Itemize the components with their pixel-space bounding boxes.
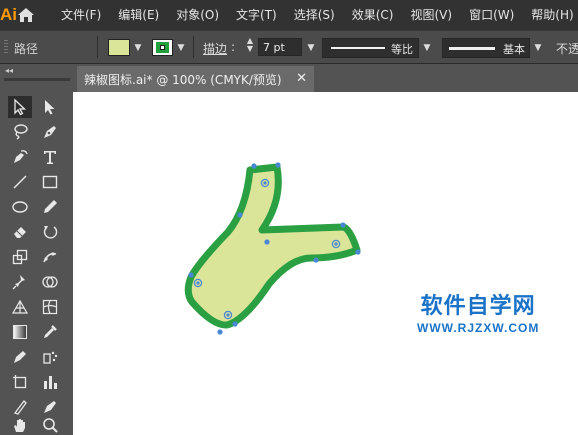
stroke-weight-dropdown-icon[interactable]: ▼ <box>305 40 317 56</box>
control-bar: 路径 ▼ ▼ 描边 : ▲▼ ▼ 等比 ▼ 基本 ▼ 不透 <box>0 30 578 64</box>
menu-help[interactable]: 帮助(H) <box>525 0 578 30</box>
artboard-canvas[interactable]: 软件自学网 WWW.RJZXW.COM <box>73 92 578 435</box>
variable-width-profile-value: 等比 <box>391 43 413 56</box>
curvature-tool-icon[interactable] <box>8 146 32 168</box>
menu-edit[interactable]: 编辑(E) <box>112 0 165 30</box>
watermark: 软件自学网 WWW.RJZXW.COM <box>417 288 539 335</box>
pepper-stem-artwork[interactable] <box>73 92 578 435</box>
divider <box>193 36 194 58</box>
mesh-tool-icon[interactable] <box>38 296 62 318</box>
fill-dropdown-icon[interactable]: ▼ <box>132 40 144 56</box>
gradient-tool-icon[interactable] <box>8 321 32 343</box>
menu-window[interactable]: 窗口(W) <box>463 0 520 30</box>
menu-view[interactable]: 视图(V) <box>404 0 458 30</box>
stroke-panel-link[interactable]: 描边 <box>203 40 227 57</box>
watermark-url: WWW.RJZXW.COM <box>417 321 540 335</box>
pin-tool-icon[interactable] <box>8 271 32 293</box>
selection-type-label: 路径 <box>14 42 39 56</box>
pen-variant-tool-icon[interactable] <box>38 396 62 418</box>
line-segment-tool-icon[interactable] <box>8 171 32 193</box>
shape-builder-tool-icon[interactable] <box>38 271 62 293</box>
home-icon[interactable] <box>17 0 35 30</box>
slice-tool-icon[interactable] <box>8 396 32 418</box>
menu-object[interactable]: 对象(O) <box>170 0 225 30</box>
brush-dropdown-icon[interactable]: ▼ <box>532 40 544 56</box>
fill-color-swatch[interactable] <box>108 39 130 56</box>
document-tab-title: 辣椒图标.ai* @ 100% (CMYK/预览) <box>84 72 282 87</box>
variable-width-profile-select[interactable]: 等比 <box>322 38 419 58</box>
profile-dropdown-icon[interactable]: ▼ <box>421 40 433 56</box>
scale-tool-icon[interactable] <box>8 246 32 268</box>
hand-tool-icon[interactable] <box>8 416 32 434</box>
ellipse-tool-icon[interactable] <box>8 196 32 218</box>
perspective-grid-tool-icon[interactable] <box>8 296 32 318</box>
puppet-warp-tool-icon[interactable] <box>38 246 62 268</box>
menu-select[interactable]: 选择(S) <box>288 0 341 30</box>
menu-bar: Ai 文件(F) 编辑(E) 对象(O) 文字(T) 选择(S) 效果(C) 视… <box>0 0 578 30</box>
pen-tool-icon[interactable] <box>38 121 62 143</box>
menu-effect[interactable]: 效果(C) <box>346 0 400 30</box>
menu-file[interactable]: 文件(F) <box>55 0 107 30</box>
symbol-sprayer-tool-icon[interactable] <box>38 346 62 368</box>
direct-selection-tool-icon[interactable] <box>38 96 62 118</box>
pepper-stem-shape[interactable] <box>184 163 361 329</box>
main-menu: 文件(F) 编辑(E) 对象(O) 文字(T) 选择(S) 效果(C) 视图(V… <box>55 0 578 30</box>
lasso-tool-icon[interactable] <box>8 121 32 143</box>
tools-panel-header[interactable] <box>4 78 70 81</box>
rectangle-tool-icon[interactable] <box>38 171 62 193</box>
collapse-panel-icon[interactable]: ◂◂ <box>5 66 13 75</box>
tools-panel: ◂◂ <box>0 64 73 435</box>
stroke-dropdown-icon[interactable]: ▼ <box>175 40 187 56</box>
document-tab-bar: 辣椒图标.ai* @ 100% (CMYK/预览) ✕ <box>73 64 578 92</box>
zoom-tool-icon[interactable] <box>38 416 62 434</box>
colon: : <box>231 40 236 54</box>
column-graph-tool-icon[interactable] <box>38 371 62 393</box>
eraser-tool-icon[interactable] <box>8 221 32 243</box>
eyedropper-tool-icon[interactable] <box>38 321 62 343</box>
menu-type[interactable]: 文字(T) <box>230 0 283 30</box>
close-tab-icon[interactable]: ✕ <box>296 71 307 86</box>
stroke-weight-stepper[interactable]: ▲ ▼ <box>243 37 257 57</box>
divider <box>97 36 98 58</box>
app-logo: Ai <box>0 5 17 24</box>
brush-definition-value: 基本 <box>503 43 525 56</box>
selection-tool-icon[interactable] <box>8 96 32 118</box>
stroke-weight-input[interactable] <box>258 38 302 56</box>
pencil-tool-icon[interactable] <box>38 196 62 218</box>
stroke-color-swatch[interactable] <box>152 39 173 56</box>
blend-tool-icon[interactable] <box>8 346 32 368</box>
watermark-title: 软件自学网 <box>420 294 536 319</box>
opacity-label[interactable]: 不透 <box>556 40 578 57</box>
brush-definition-select[interactable]: 基本 <box>442 38 530 58</box>
control-bar-grip[interactable] <box>4 40 8 55</box>
artboard-tool-icon[interactable] <box>8 371 32 393</box>
rotate-tool-icon[interactable] <box>38 221 62 243</box>
document-tab[interactable]: 辣椒图标.ai* @ 100% (CMYK/预览) ✕ <box>77 66 314 92</box>
type-tool-icon[interactable] <box>38 146 62 168</box>
